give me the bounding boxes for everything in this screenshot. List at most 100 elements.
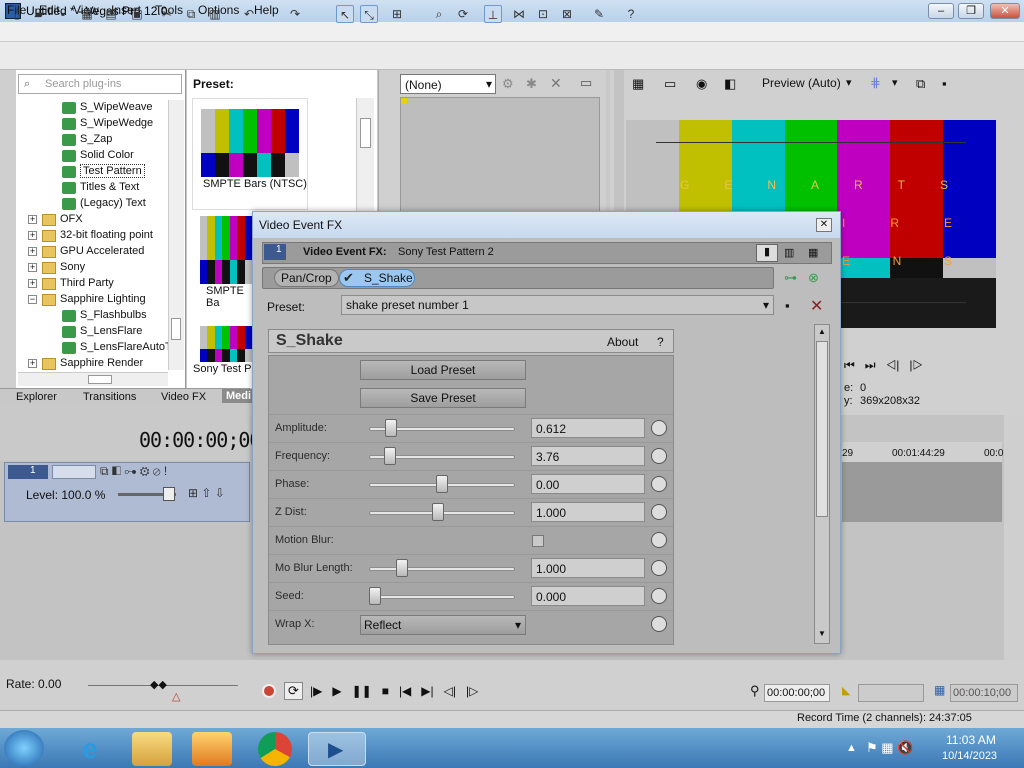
tree-scrollbar[interactable]: [168, 100, 184, 370]
tray-icons[interactable]: ⚑ ▦ 🔇: [866, 740, 913, 756]
animate-clock-icon[interactable]: [651, 476, 667, 492]
tree-item[interactable]: S_Flashbulbs: [18, 308, 168, 324]
envelope-tool-icon[interactable]: ⤡: [360, 5, 378, 23]
playback-buttons[interactable]: |▶ ▶ ❚❚ ■ |◀ ▶| ◁| |▷: [310, 684, 478, 698]
ext-monitor-icon[interactable]: ▭: [664, 76, 676, 92]
redo-icon[interactable]: ↷: [286, 5, 304, 23]
preset-item-sony-test[interactable]: Sony Test Pa: [192, 322, 258, 378]
properties-icon[interactable]: ▦: [78, 5, 96, 23]
tab-transitions[interactable]: Transitions: [83, 391, 136, 403]
tree-item[interactable]: Titles & Text: [18, 180, 168, 196]
copy-icon[interactable]: ⧉: [182, 5, 200, 23]
paste-icon[interactable]: ▥: [206, 5, 224, 23]
tree-expander-icon[interactable]: +: [28, 231, 37, 240]
record-button[interactable]: [262, 684, 276, 698]
param-value-field[interactable]: 1.000: [531, 558, 645, 578]
preview-quality-dropdown[interactable]: Preview (Auto): [762, 76, 841, 90]
tree-folder[interactable]: + Sony: [18, 260, 168, 276]
dialog-scrollbar[interactable]: ▲ ▼: [814, 324, 830, 644]
dialog-scroll-thumb[interactable]: [816, 341, 828, 517]
clock-date[interactable]: 10/14/2023: [942, 750, 997, 762]
clock-time[interactable]: 11:03 AM: [946, 733, 996, 747]
monitor-icon[interactable]: ▭: [580, 75, 592, 91]
tab-explorer[interactable]: Explorer: [16, 391, 57, 403]
param-slider[interactable]: [369, 567, 515, 571]
param-slider-thumb[interactable]: [395, 559, 408, 577]
track-name-field[interactable]: [52, 465, 96, 479]
selection-end-time[interactable]: 00:00:10;00: [950, 684, 1018, 702]
motion-blur-checkbox[interactable]: [532, 535, 544, 547]
tray-expand-icon[interactable]: ▲: [846, 742, 857, 754]
normal-edit-tool-icon[interactable]: ↖: [336, 5, 354, 23]
project-properties-icon[interactable]: ▦: [632, 76, 644, 92]
keyframe-marker[interactable]: [401, 98, 407, 104]
tree-hscroll-thumb[interactable]: [88, 375, 112, 384]
tree-item[interactable]: S_WipeWedge: [18, 116, 168, 132]
ignore-grouping-icon[interactable]: ⊠: [558, 5, 576, 23]
param-slider[interactable]: [369, 595, 515, 599]
lock-envelopes-icon[interactable]: ⊡: [534, 5, 552, 23]
maximize-button[interactable]: ❐: [958, 3, 984, 19]
param-slider-thumb[interactable]: [431, 503, 444, 521]
param-slider-thumb[interactable]: [385, 419, 398, 437]
tree-expander-icon[interactable]: +: [28, 263, 37, 272]
animate-clock-icon[interactable]: [651, 420, 667, 436]
autoripple-icon[interactable]: ⟳: [454, 5, 472, 23]
animate-clock-icon[interactable]: [651, 448, 667, 464]
tree-folder[interactable]: +32-bit floating point: [18, 228, 168, 244]
start-button[interactable]: [4, 730, 44, 766]
tree-folder[interactable]: − Sapphire Lighting: [18, 292, 168, 308]
autocrossfade-icon[interactable]: ⋈: [510, 5, 528, 23]
internet-explorer-icon[interactable]: e: [70, 732, 110, 766]
level-slider-thumb[interactable]: [163, 487, 175, 501]
timeline-track-area[interactable]: [842, 462, 1002, 522]
scroll-down-icon[interactable]: ▼: [818, 629, 826, 638]
tree-expander-icon[interactable]: −: [28, 295, 37, 304]
save-icon[interactable]: ▪: [54, 5, 72, 23]
param-slider-thumb[interactable]: [383, 447, 396, 465]
param-slider-thumb[interactable]: [436, 475, 448, 493]
dialog-close-button[interactable]: ✕: [816, 218, 832, 232]
cursor-time[interactable]: 00:00:00;00: [764, 684, 830, 702]
selection-length-field[interactable]: [858, 684, 924, 702]
preset-dropdown[interactable]: shake preset number 1 ▾: [341, 295, 774, 315]
tab-media[interactable]: Medi: [222, 389, 256, 403]
tree-hscrollbar[interactable]: [18, 372, 168, 386]
tree-expander-icon[interactable]: +: [28, 279, 37, 288]
loop-button[interactable]: ⟳: [284, 682, 303, 700]
tree-scroll-thumb[interactable]: [171, 318, 181, 340]
animate-clock-icon[interactable]: [651, 616, 667, 632]
preview-transport-controls[interactable]: ⏮ ⏭ ◁| |▷: [844, 358, 923, 373]
tree-item[interactable]: (Legacy) Text: [18, 196, 168, 212]
preview-fx-icon[interactable]: ◉: [696, 76, 707, 92]
chevron-down-icon[interactable]: ▾: [892, 76, 898, 89]
track-motion-icons[interactable]: ⊞ ⇧ ⇩: [188, 486, 225, 500]
save-snapshot-icon[interactable]: ▪: [942, 76, 947, 91]
tree-item[interactable]: S_WipeWeave: [18, 100, 168, 116]
preset-item-smpte-2[interactable]: SMPTE Ba: [192, 212, 252, 309]
save-preset-button[interactable]: Save Preset: [360, 388, 526, 408]
view-mode-2-icon[interactable]: ▥: [784, 246, 794, 259]
param-slider-thumb[interactable]: [369, 587, 381, 605]
chain-item-pan-crop[interactable]: Pan/Crop: [274, 269, 339, 287]
scroll-up-icon[interactable]: ▲: [818, 327, 826, 336]
remove-fx-icon[interactable]: ✕: [550, 75, 562, 92]
about-button[interactable]: About: [607, 335, 638, 349]
render-icon[interactable]: ▤: [102, 5, 120, 23]
track-controls-icons[interactable]: ⧉ ◧ ⊶ ⚙ ⊘ !: [100, 464, 167, 479]
animate-clock-icon[interactable]: [651, 504, 667, 520]
overlays-icon[interactable]: ⋕: [870, 75, 881, 91]
tree-expander-icon[interactable]: +: [28, 359, 37, 368]
cut-icon[interactable]: ✂: [158, 5, 176, 23]
preset-item-smpte-ntsc[interactable]: SMPTE Bars (NTSC): [192, 98, 308, 210]
view-mode-1-icon[interactable]: ▮: [756, 244, 778, 262]
timeline-vscrollbar[interactable]: [1004, 415, 1024, 660]
tree-expander-icon[interactable]: +: [28, 215, 37, 224]
tree-item[interactable]: S_Zap: [18, 132, 168, 148]
checkbox-check-icon[interactable]: ✔: [343, 270, 354, 286]
snapping-icon[interactable]: ⊥: [484, 5, 502, 23]
fx-chain-icon[interactable]: ⚙: [502, 76, 514, 92]
rate-slider-thumb[interactable]: ◆◆: [150, 678, 167, 691]
brush-icon[interactable]: ✎: [590, 5, 608, 23]
delete-preset-icon[interactable]: ✕: [810, 296, 823, 316]
